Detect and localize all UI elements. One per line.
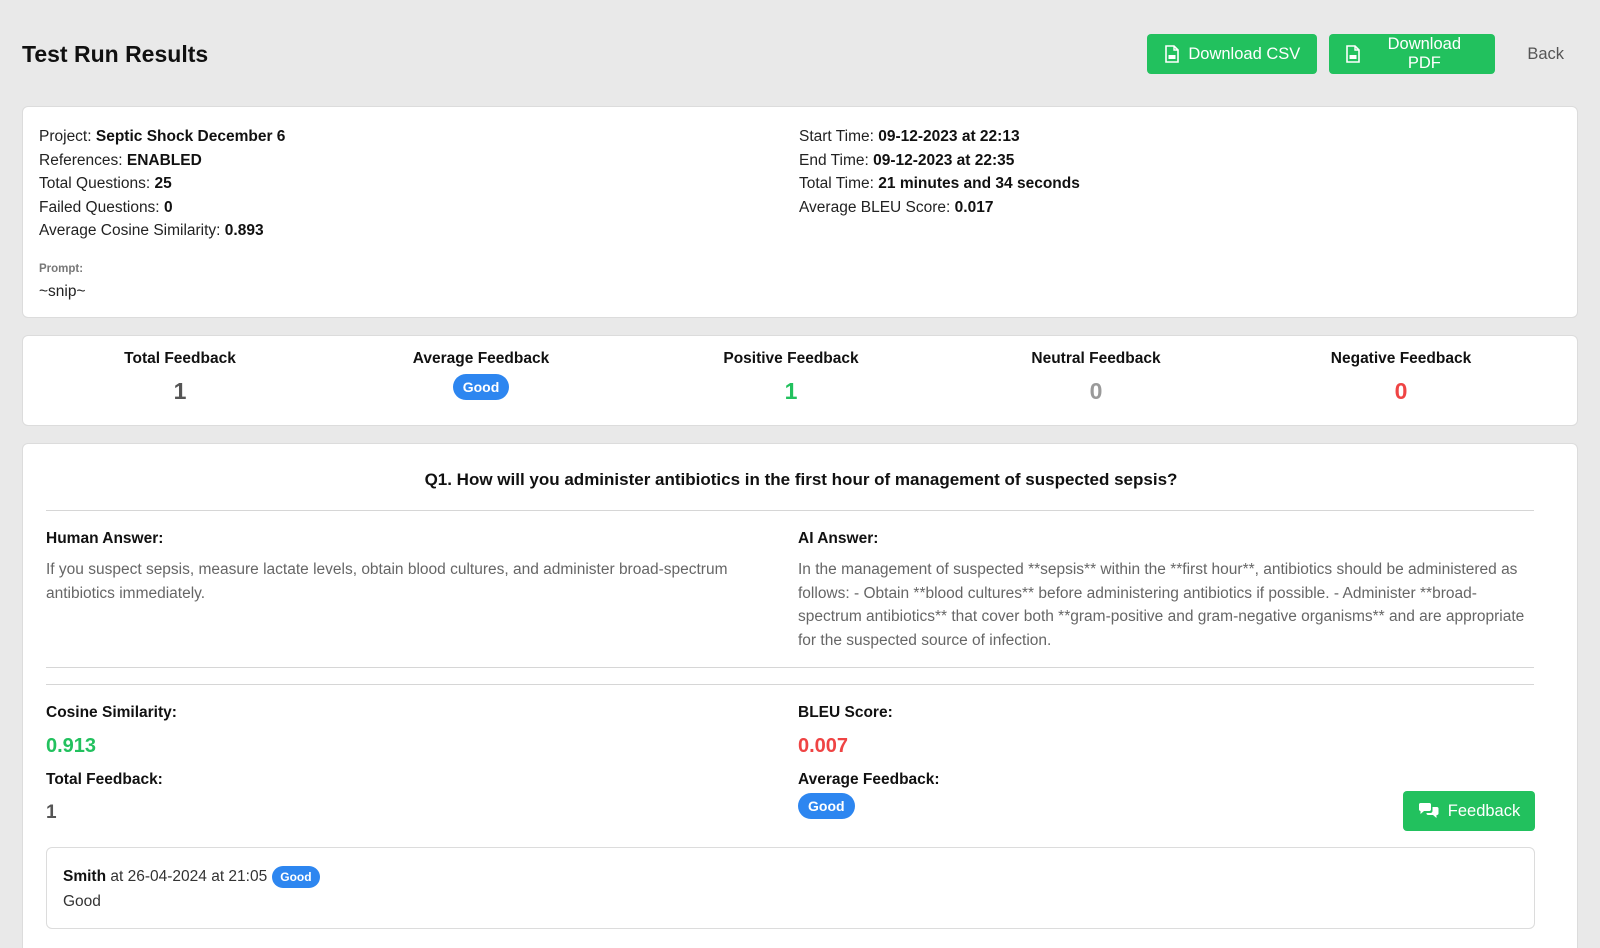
total-feedback-value: 1	[46, 802, 57, 823]
stat-label: Average Feedback	[412, 350, 550, 367]
feedback-timestamp: at 26-04-2024 at 21:05	[110, 868, 268, 885]
feedback-comment: Good	[63, 893, 101, 910]
ai-answer-text: In the management of suspected **sepsis*…	[798, 561, 1525, 649]
average-feedback-label: Average Feedback:	[798, 771, 940, 788]
avg-cosine-value: 0.893	[224, 222, 264, 240]
stat-average-feedback: Average Feedback Good	[356, 350, 606, 400]
avg-cosine-row: Average Cosine Similarity: 0.893	[39, 219, 285, 243]
stat-value: 1	[784, 378, 798, 404]
total-questions-row: Total Questions: 25	[39, 172, 285, 196]
human-answer-text: If you suspect sepsis, measure lactate l…	[46, 561, 728, 602]
file-pdf-icon	[1345, 45, 1361, 63]
avg-bleu-value: 0.017	[954, 198, 994, 216]
total-time-value: 21 minutes and 34 seconds	[878, 175, 1080, 193]
start-time-row: Start Time: 09-12-2023 at 22:13	[799, 125, 1080, 149]
feedback-entry: Smith at 26-04-2024 at 21:05 Good Good	[46, 847, 1535, 929]
feedback-user: Smith	[63, 868, 107, 885]
avg-bleu-row: Average BLEU Score: 0.017	[799, 196, 1080, 220]
stat-label: Neutral Feedback	[1031, 350, 1161, 367]
download-pdf-button[interactable]: Download PDF	[1329, 34, 1496, 74]
ai-answer-label: AI Answer:	[798, 530, 879, 547]
start-time-label: Start Time:	[799, 128, 874, 145]
cosine-similarity-label: Cosine Similarity:	[46, 704, 177, 721]
divider	[46, 684, 1534, 685]
rating-badge: Good	[452, 374, 510, 400]
download-csv-button[interactable]: Download CSV	[1147, 34, 1318, 74]
feedback-button-label: Feedback	[1447, 801, 1521, 820]
rating-badge: Good	[798, 793, 855, 819]
feedback-entry-header: Smith at 26-04-2024 at 21:05 Good	[63, 866, 320, 888]
stat-neutral-feedback: Neutral Feedback 0	[971, 350, 1221, 405]
total-questions-label: Total Questions:	[39, 175, 151, 193]
total-questions-value: 25	[154, 175, 172, 193]
rating-badge: Good	[272, 866, 320, 888]
prompt-value: ~snip~	[39, 283, 86, 300]
question-card: Q1. How will you administer antibiotics …	[22, 443, 1578, 948]
failed-questions-label: Failed Questions:	[39, 198, 160, 216]
feedback-stats-card: Total Feedback 1 Average Feedback Good P…	[22, 335, 1578, 426]
end-time-label: End Time:	[799, 151, 869, 169]
run-info-left: Project: Septic Shock December 6 Referen…	[39, 125, 285, 243]
bleu-score-label: BLEU Score:	[798, 704, 893, 721]
project-row: Project: Septic Shock December 6	[39, 125, 285, 149]
page-title: Test Run Results	[22, 40, 209, 67]
avg-cosine-label: Average Cosine Similarity:	[39, 222, 221, 240]
stat-value: 1	[173, 378, 187, 404]
total-feedback-label: Total Feedback:	[46, 771, 163, 788]
header-actions: Download CSV Download PDF Back	[1147, 34, 1578, 74]
divider	[46, 510, 1534, 511]
run-info-card: Project: Septic Shock December 6 Referen…	[22, 106, 1578, 318]
references-value: ENABLED	[126, 151, 202, 169]
divider	[46, 667, 1534, 668]
download-pdf-label: Download PDF	[1387, 35, 1461, 72]
project-value: Septic Shock December 6	[95, 128, 286, 145]
project-label: Project:	[39, 128, 92, 145]
bleu-score-value: 0.007	[798, 735, 849, 757]
stat-negative-feedback: Negative Feedback 0	[1276, 350, 1526, 405]
page-header: Test Run Results Download CSV Download P…	[22, 30, 1578, 78]
stat-value: 0	[1089, 378, 1103, 404]
stat-label: Total Feedback	[124, 350, 236, 367]
stat-label: Negative Feedback	[1330, 350, 1472, 367]
total-time-label: Total Time:	[799, 175, 874, 193]
prompt-label: Prompt:	[39, 263, 84, 275]
end-time-value: 09-12-2023 at 22:35	[873, 151, 1015, 169]
end-time-row: End Time: 09-12-2023 at 22:35	[799, 149, 1080, 173]
stat-label: Positive Feedback	[723, 350, 859, 367]
avg-bleu-label: Average BLEU Score:	[799, 198, 951, 216]
cosine-similarity-value: 0.913	[46, 735, 97, 757]
human-answer-label: Human Answer:	[46, 530, 164, 547]
start-time-value: 09-12-2023 at 22:13	[878, 128, 1020, 145]
run-info-right: Start Time: 09-12-2023 at 22:13 End Time…	[799, 125, 1080, 219]
file-pdf-icon	[1164, 45, 1180, 63]
references-row: References: ENABLED	[39, 149, 285, 173]
question-title: Q1. How will you administer antibiotics …	[424, 470, 1178, 489]
failed-questions-row: Failed Questions: 0	[39, 196, 285, 220]
stat-positive-feedback: Positive Feedback 1	[666, 350, 916, 405]
feedback-button[interactable]: Feedback	[1403, 791, 1535, 831]
stat-total-feedback: Total Feedback 1	[55, 350, 305, 405]
download-csv-label: Download CSV	[1188, 44, 1301, 63]
references-label: References:	[39, 151, 123, 169]
failed-questions-value: 0	[163, 198, 173, 216]
comments-icon	[1418, 802, 1440, 820]
stat-value: 0	[1394, 378, 1408, 404]
total-time-row: Total Time: 21 minutes and 34 seconds	[799, 172, 1080, 196]
back-link[interactable]: Back	[1527, 45, 1564, 64]
